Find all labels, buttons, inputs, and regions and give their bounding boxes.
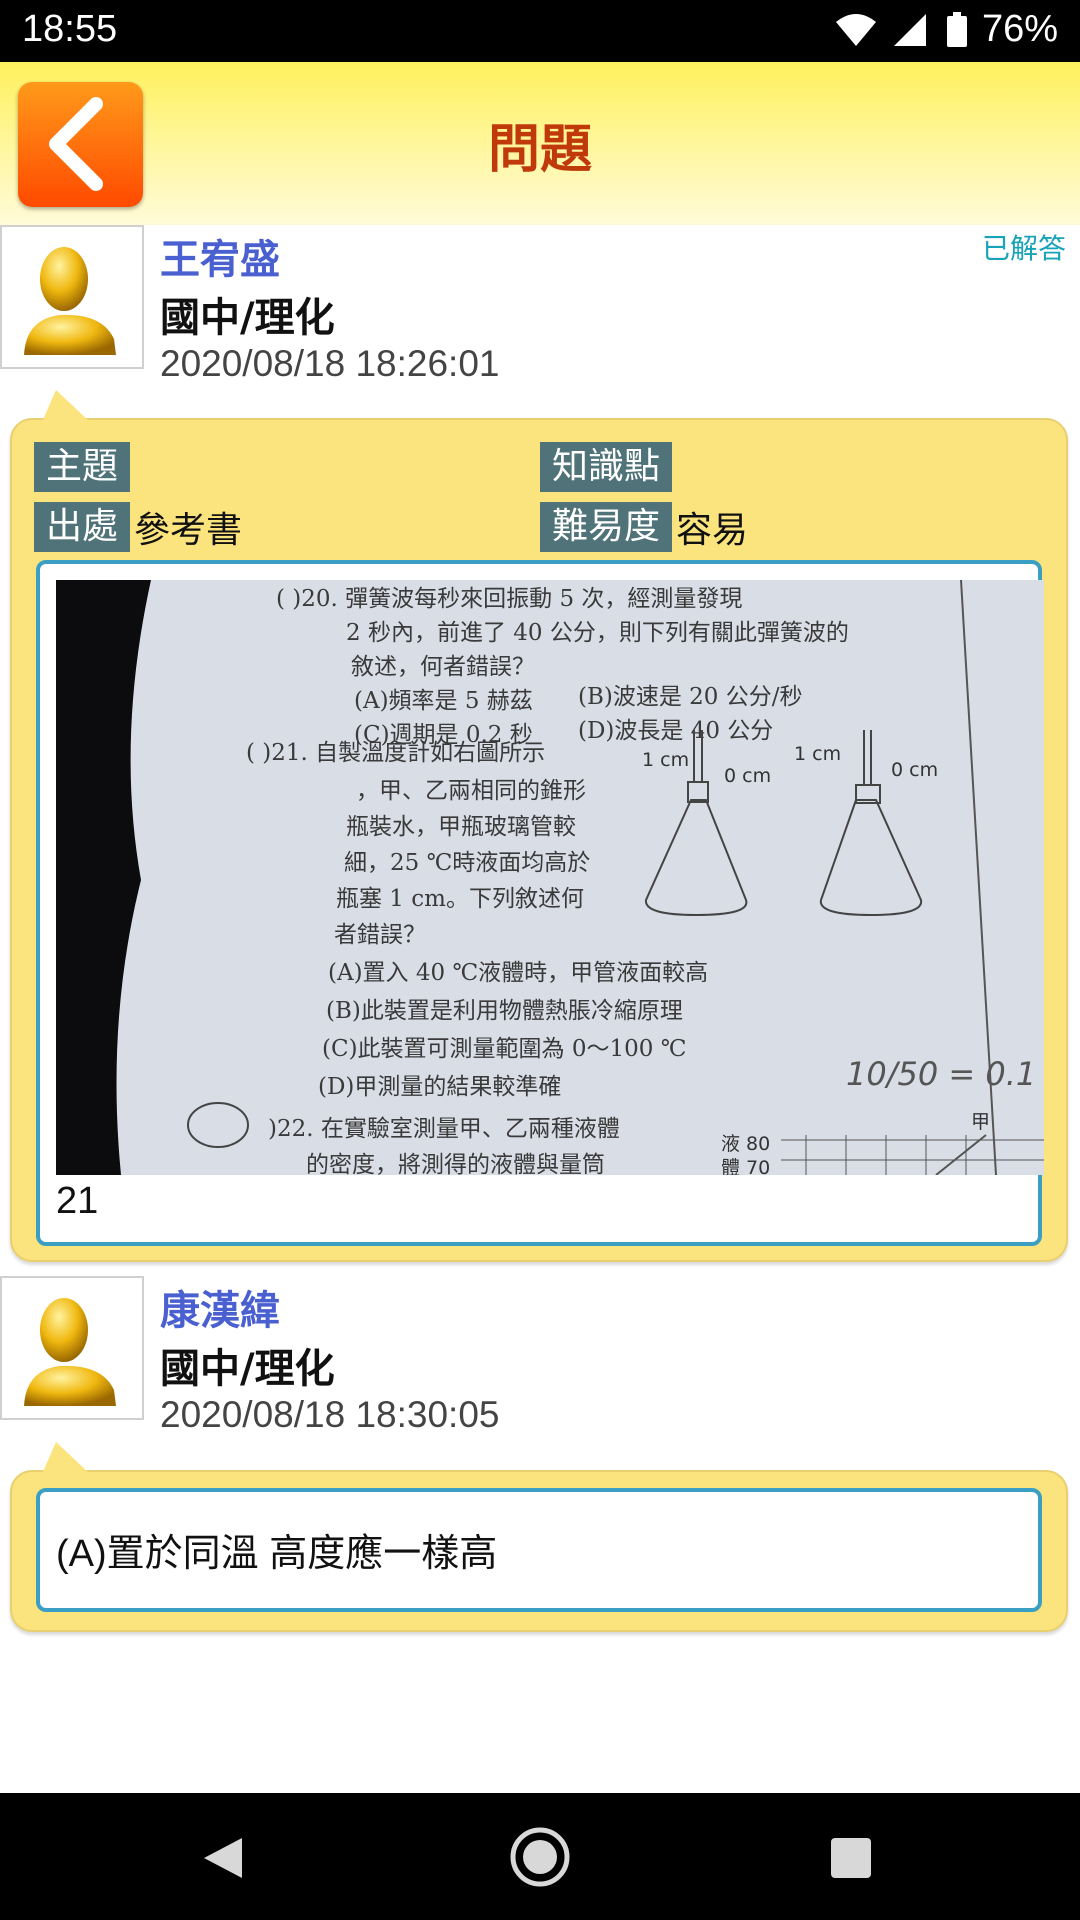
question-bubble: 主題 知識點 出處 參考書 難易度 容易 ( )20. 彈簧波每秒來回振動 5 … xyxy=(10,390,1068,1262)
nav-home-icon[interactable] xyxy=(508,1825,572,1889)
question-caption: 21 xyxy=(56,1180,99,1222)
signal-icon xyxy=(893,13,926,46)
graph-label-80: 液 80 xyxy=(721,1133,770,1155)
topic-field: 主題 xyxy=(34,442,134,492)
handwritten-note: 10/50 = 0.1 xyxy=(846,1055,1036,1093)
q21-line4: 細，25 ℃時液面均高於 xyxy=(344,850,590,876)
q21-line6: 者錯誤？ xyxy=(334,922,426,948)
topic-label: 主題 xyxy=(34,442,131,492)
battery-percent: 76% xyxy=(981,8,1058,50)
answer-header: 康漢緯 國中/理化 2020/08/18 18:30:05 xyxy=(0,1276,1080,1435)
flask-label-1cm-a: 1 cm xyxy=(642,749,689,771)
status-icons: 76% xyxy=(834,8,1058,51)
q20-line3: 敘述，何者錯誤？ xyxy=(351,654,535,680)
question-header: 王宥盛 國中/理化 2020/08/18 18:26:01 已解答 xyxy=(0,225,1080,384)
graph-label-70: 體 70 xyxy=(721,1157,770,1175)
page-title: 問題 xyxy=(487,120,592,180)
battery-icon xyxy=(946,11,967,47)
flask-label-0cm-a: 0 cm xyxy=(724,765,771,787)
avatar[interactable] xyxy=(0,1276,144,1420)
q20-line2: 2 秒內，前進了 40 公分，則下列有關此彈簧波的 xyxy=(346,620,849,646)
navigation-bar xyxy=(0,1793,1080,1920)
question-content-box: ( )20. 彈簧波每秒來回振動 5 次，經測量發現 2 秒內，前進了 40 公… xyxy=(36,560,1044,1246)
post-timestamp: 2020/08/18 18:30:05 xyxy=(160,1394,500,1435)
app-header: 問題 xyxy=(0,62,1080,225)
q20-option-a: (A)頻率是 5 赫茲 xyxy=(354,688,533,714)
question-photo[interactable]: ( )20. 彈簧波每秒來回振動 5 次，經測量發現 2 秒內，前進了 40 公… xyxy=(56,580,1044,1175)
q21-line5: 瓶塞 1 cm。下列敘述何 xyxy=(336,886,584,912)
q22-line1: )22. 在實驗室測量甲、乙兩種液體 xyxy=(268,1116,620,1142)
source-field: 出處 參考書 xyxy=(34,502,242,552)
wifi-icon xyxy=(835,13,876,46)
user-silhouette-icon xyxy=(24,1298,116,1406)
q21-line3: 瓶裝水，甲瓶玻璃管較 xyxy=(346,814,576,840)
subject-label: 國中/理化 xyxy=(160,295,335,341)
answer-bubble: (A)置於同溫 高度應一樣高 xyxy=(10,1442,1068,1632)
q21-line2: ，甲、乙兩相同的錐形 xyxy=(356,778,586,804)
knowledge-label: 知識點 xyxy=(540,442,673,492)
nav-recents-icon[interactable] xyxy=(830,1837,872,1879)
status-bar: 18:55 76% xyxy=(0,0,1080,62)
difficulty-field: 難易度 容易 xyxy=(540,502,748,552)
q21-option-d: (D)甲測量的結果較準確 xyxy=(318,1074,561,1100)
post-timestamp: 2020/08/18 18:26:01 xyxy=(160,343,500,384)
answer-content-box: (A)置於同溫 高度應一樣高 xyxy=(36,1488,1042,1612)
subject-label: 國中/理化 xyxy=(160,1346,335,1392)
user-silhouette-icon xyxy=(24,247,116,355)
status-time: 18:55 xyxy=(22,8,118,50)
source-value: 參考書 xyxy=(134,510,243,551)
avatar[interactable] xyxy=(0,225,144,369)
textbook-photo: ( )20. 彈簧波每秒來回振動 5 次，經測量發現 2 秒內，前進了 40 公… xyxy=(56,580,1044,1175)
flask-label-0cm-b: 0 cm xyxy=(891,759,938,781)
bubble-tail xyxy=(42,390,90,422)
graph-label-jia: 甲 xyxy=(971,1111,990,1133)
difficulty-label: 難易度 xyxy=(540,502,673,552)
answer-text: (A)置於同溫 高度應一樣高 xyxy=(56,1533,498,1575)
flask-label-1cm-b: 1 cm xyxy=(794,743,841,765)
source-label: 出處 xyxy=(34,502,131,552)
q20-option-d: (D)波長是 40 公分 xyxy=(578,718,773,744)
q21-line1: ( )21. 自製溫度計如右圖所示 xyxy=(246,740,545,766)
bubble-tail xyxy=(42,1442,90,1474)
q22-line2: 的密度，將測得的液體與量筒 xyxy=(306,1152,605,1175)
knowledge-field: 知識點 xyxy=(540,442,676,492)
author-name[interactable]: 王宥盛 xyxy=(160,227,280,285)
q21-option-a: (A)置入 40 ℃液體時，甲管液面較高 xyxy=(328,960,708,986)
author-name[interactable]: 康漢緯 xyxy=(160,1278,280,1336)
q21-option-c: (C)此裝置可測量範圍為 0～100 ℃ xyxy=(322,1036,686,1062)
difficulty-value: 容易 xyxy=(676,510,749,551)
nav-back-icon[interactable] xyxy=(202,1836,244,1880)
q21-option-b: (B)此裝置是利用物體熱脹冷縮原理 xyxy=(326,998,683,1024)
status-badge: 已解答 xyxy=(981,232,1066,265)
q20-line1: ( )20. 彈簧波每秒來回振動 5 次，經測量發現 xyxy=(276,586,742,612)
q20-option-b: (B)波速是 20 公分/秒 xyxy=(578,684,803,710)
